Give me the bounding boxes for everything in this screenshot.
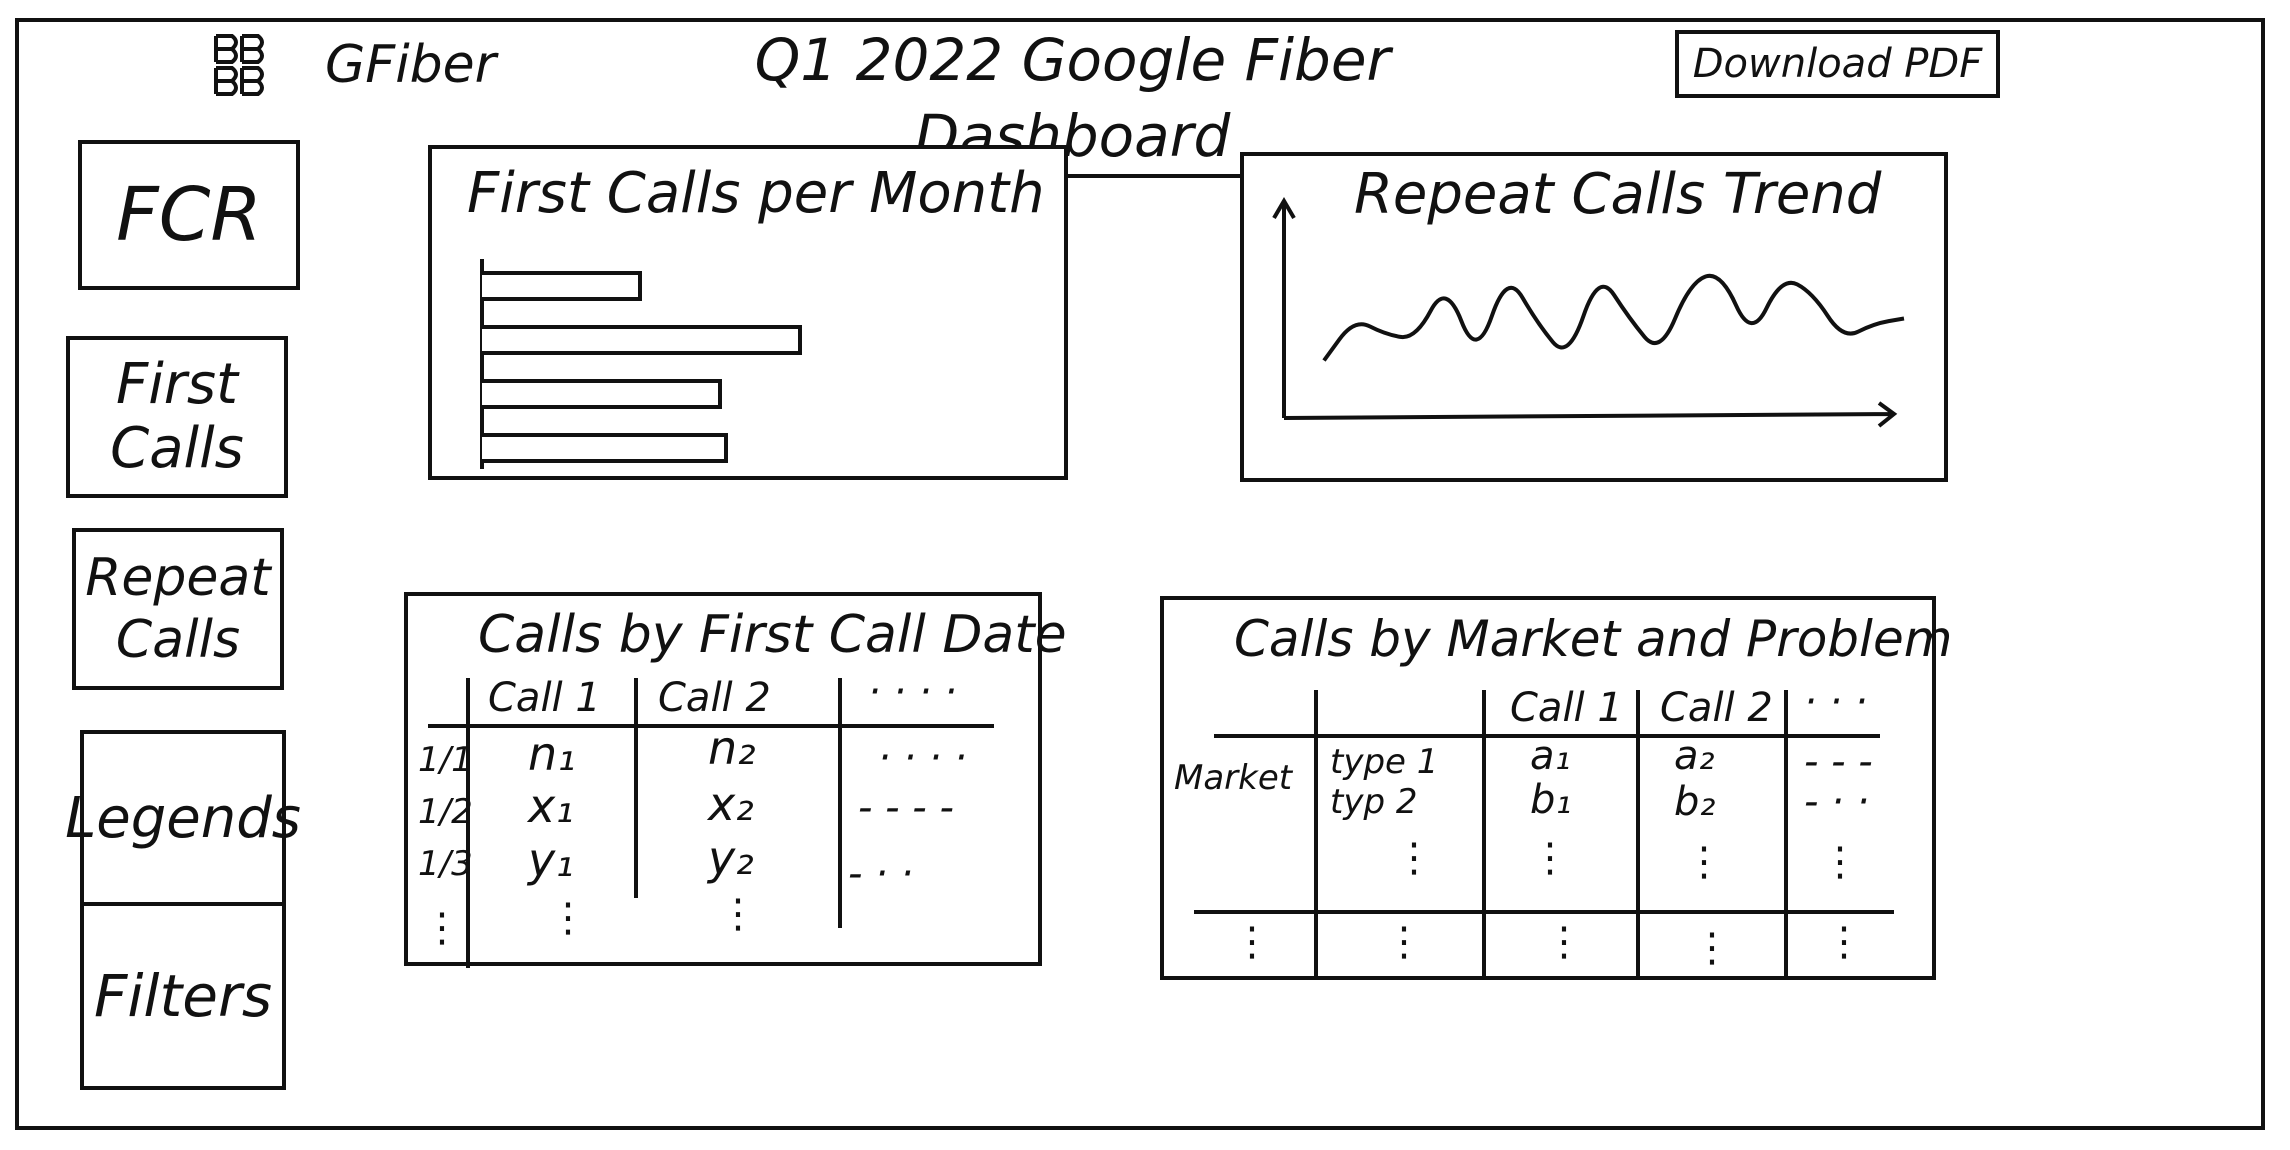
ellipsis-indicator: ⋮ bbox=[1544, 919, 1584, 965]
table-cell: n₂ bbox=[708, 721, 756, 775]
table-cell: a₁ bbox=[1530, 733, 1571, 779]
table-cell: - · · bbox=[1804, 779, 1870, 825]
sidebar-item-first-calls[interactable]: First Calls bbox=[66, 336, 288, 498]
bar-3 bbox=[482, 379, 722, 409]
ellipsis-indicator: ⋮ bbox=[1384, 919, 1424, 965]
table-cell: y₂ bbox=[708, 831, 754, 885]
x-axis bbox=[1283, 401, 1898, 428]
repeat-calls-chart-panel: Repeat Calls Trend bbox=[1240, 152, 1948, 482]
ellipsis-indicator: ⋮ bbox=[1530, 835, 1570, 881]
ellipsis-indicator: ⋮ bbox=[1232, 919, 1272, 965]
bar-2 bbox=[482, 325, 802, 355]
first-calls-chart-panel: First Calls per Month bbox=[428, 145, 1068, 480]
sidebar-item-label: First Calls bbox=[110, 352, 244, 481]
sidebar-item-label: Filters bbox=[93, 962, 273, 1030]
ellipsis-indicator: ⋮ bbox=[422, 905, 462, 951]
ellipsis-indicator: ⋮ bbox=[1824, 919, 1864, 965]
row-date: 1/2 bbox=[418, 792, 473, 832]
sidebar-item-label: Legends bbox=[65, 785, 301, 851]
row-date: 1/1 bbox=[418, 740, 473, 780]
table-cell: · · · · bbox=[878, 735, 968, 781]
bar-4 bbox=[482, 433, 728, 463]
download-pdf-button[interactable]: Download PDF bbox=[1675, 30, 2000, 98]
table-cell: n₁ bbox=[528, 727, 576, 781]
y-axis bbox=[1272, 197, 1296, 418]
ellipsis-indicator: ⋮ bbox=[1394, 835, 1434, 881]
column-header-more: · · · bbox=[1804, 679, 1868, 725]
sidebar-item-fcr[interactable]: FCR bbox=[78, 140, 300, 290]
problem-type: typ 2 bbox=[1330, 782, 1418, 822]
table-cell: a₂ bbox=[1674, 733, 1715, 779]
table-cell: y₁ bbox=[528, 833, 574, 887]
sidebar-item-repeat-calls[interactable]: Repeat Calls bbox=[72, 528, 284, 690]
sidebar-item-label: FCR bbox=[116, 172, 262, 258]
problem-type: type 1 bbox=[1330, 742, 1439, 782]
sidebar-item-filters[interactable]: Filters bbox=[80, 902, 286, 1090]
calls-by-first-call-date-panel: Calls by First Call Date Call 1 Call 2 ·… bbox=[404, 592, 1067, 968]
table-title: Calls by First Call Date bbox=[478, 605, 1067, 665]
trend-series-line bbox=[1322, 273, 1905, 362]
column-header-call-2: Call 2 bbox=[658, 675, 771, 721]
table-title: Calls by Market and Problem bbox=[1234, 610, 1953, 668]
ellipsis-indicator: ⋮ bbox=[1684, 839, 1724, 885]
table-cell: - · · bbox=[848, 851, 914, 897]
column-header-call-1: Call 1 bbox=[488, 675, 601, 721]
column-header-call-2: Call 2 bbox=[1660, 685, 1773, 731]
calls-by-market-problem-panel: Calls by Market and Problem Call 1 Call … bbox=[1160, 596, 1952, 980]
table-cell: b₁ bbox=[1530, 777, 1572, 823]
ellipsis-indicator: ⋮ bbox=[718, 891, 758, 937]
brand-name: GFiber bbox=[325, 35, 497, 95]
chart-title: First Calls per Month bbox=[467, 161, 1045, 226]
sidebar-item-legends[interactable]: Legends bbox=[65, 730, 301, 906]
table-cell: b₂ bbox=[1674, 779, 1716, 825]
bar-1 bbox=[482, 271, 642, 301]
ellipsis-indicator: ⋮ bbox=[548, 895, 588, 941]
market-label: Market bbox=[1174, 758, 1293, 798]
table-cell: - - - bbox=[1804, 739, 1873, 785]
ellipsis-indicator: ⋮ bbox=[1692, 925, 1732, 971]
table-cell: x₁ bbox=[528, 779, 574, 833]
ellipsis-indicator: ⋮ bbox=[1820, 839, 1860, 885]
table-cell: x₂ bbox=[708, 777, 754, 831]
table-cell: - - - - bbox=[858, 785, 954, 831]
sidebar-item-label: Repeat Calls bbox=[85, 548, 271, 670]
gfiber-logo-icon bbox=[214, 34, 264, 96]
column-header-call-1: Call 1 bbox=[1510, 685, 1623, 731]
trend-line-chart bbox=[1272, 197, 1905, 428]
column-header-more: · · · · bbox=[868, 669, 958, 715]
row-date: 1/3 bbox=[418, 844, 473, 884]
